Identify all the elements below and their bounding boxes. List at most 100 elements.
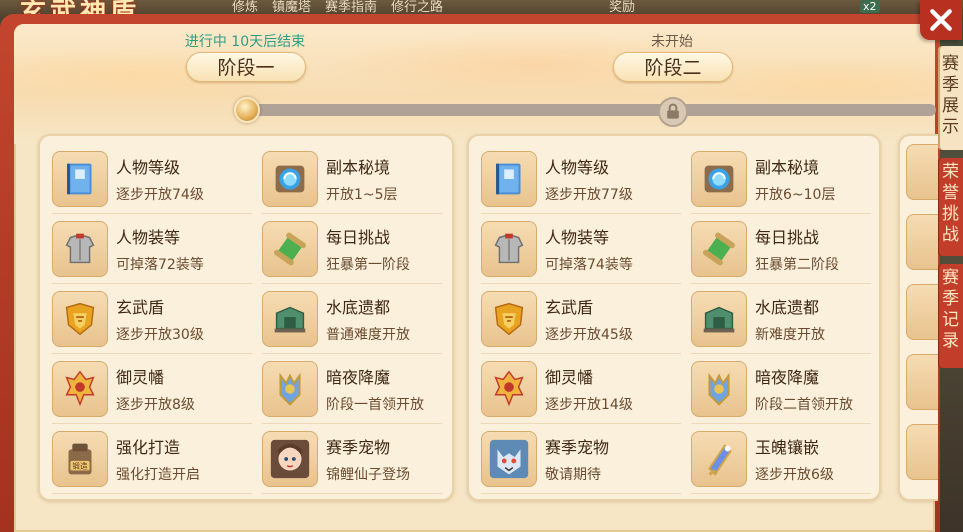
feature-name: 御灵幡 — [116, 368, 165, 387]
feature-desc: 强化打造开启 — [116, 467, 200, 483]
feature-item[interactable]: 水底遗都 普通难度开放 — [262, 284, 452, 354]
feature-icon-frame — [481, 361, 537, 417]
feature-desc: 逐步开放6级 — [755, 467, 834, 483]
feature-icon-frame — [691, 431, 747, 487]
skill-book-icon — [496, 163, 521, 195]
feature-desc: 逐步开放14级 — [545, 397, 633, 413]
ruins-icon — [274, 306, 306, 333]
feature-icon-frame — [481, 431, 537, 487]
feature-desc: 逐步开放30级 — [116, 327, 204, 343]
feature-icon-frame — [481, 151, 537, 207]
armor-icon — [65, 233, 95, 264]
feature-name: 御灵幡 — [545, 368, 594, 387]
feature-item[interactable]: 副本秘境开放6~10层 — [691, 144, 881, 214]
feature-item[interactable]: 每日挑战 狂暴第一阶段 — [262, 214, 452, 284]
gem-icon — [708, 444, 732, 476]
feature-icon-frame — [262, 431, 318, 487]
feature-desc: 阶段一首领开放 — [326, 397, 424, 413]
stage-one-status: 进行中 10天后结束 — [184, 34, 306, 50]
nav-item-guide[interactable]: 赛季指南 — [323, 0, 379, 15]
feature-desc: 逐步开放74级 — [116, 187, 204, 203]
feature-desc: 可掉落74装等 — [545, 257, 633, 273]
wolf-pet-icon — [489, 439, 529, 479]
lock-icon — [658, 97, 688, 127]
feature-item[interactable]: 人物等级 逐步开放77级 — [481, 144, 691, 214]
reward-link[interactable]: 奖励 — [609, 0, 635, 15]
feature-icon-frame — [691, 361, 747, 417]
feature-icon-frame — [262, 291, 318, 347]
multiplier-badge: x2 — [860, 0, 880, 13]
top-nav: 修炼 镇魔塔 赛季指南 修行之路 — [230, 0, 445, 15]
feature-item[interactable]: 暗夜降魔 阶段二首领开放 — [691, 354, 881, 424]
feature-icon-frame — [481, 221, 537, 277]
close-button[interactable] — [920, 0, 962, 40]
stage-three-panel-partial[interactable] — [898, 134, 938, 501]
item-icon — [906, 144, 938, 200]
portal-icon — [704, 165, 734, 193]
feature-item[interactable]: 御灵幡逐步开放14级 — [481, 354, 691, 424]
stage-timeline — [246, 104, 936, 116]
tab-season-showcase[interactable]: 赛季展示 — [938, 46, 963, 150]
feature-name: 暗夜降魔 — [755, 368, 820, 387]
feature-text: 人物装等 可掉落72装等 — [116, 224, 204, 274]
feature-desc: 新难度开放 — [755, 327, 825, 343]
feature-desc: 逐步开放77级 — [545, 187, 633, 203]
feature-text: 暗夜降魔 阶段二首领开放 — [755, 364, 853, 414]
feature-item[interactable]: 每日挑战 狂暴第二阶段 — [691, 214, 881, 284]
tab-season-record[interactable]: 赛季记录 — [938, 264, 963, 368]
feature-desc: 普通难度开放 — [326, 327, 410, 343]
feature-item[interactable]: 副本秘境开放1~5层 — [262, 144, 452, 214]
feature-item[interactable]: 御灵幡逐步开放8级 — [52, 354, 262, 424]
feature-item[interactable]: 人物装等 可掉落74装等 — [481, 214, 691, 284]
feature-text: 赛季宠物 敬请期待 — [545, 434, 609, 484]
feature-name: 人物等级 — [116, 158, 181, 177]
stage-one-title[interactable]: 阶段一 — [186, 52, 306, 82]
feature-name: 水底遗都 — [755, 298, 820, 317]
feature-name: 副本秘境 — [755, 158, 820, 177]
feature-item[interactable]: 暗夜降魔 阶段一首领开放 — [262, 354, 452, 424]
feature-name: 玄武盾 — [545, 298, 594, 317]
feature-text: 玄武盾 逐步开放45级 — [545, 294, 633, 344]
feature-item[interactable]: 锻造 强化打造 强化打造开启 — [52, 424, 262, 494]
portal-icon — [275, 165, 305, 193]
ruins-icon — [703, 306, 735, 333]
feature-name: 副本秘境 — [326, 158, 391, 177]
stage-one-panel: 人物等级逐步开放74级 副本秘境开放1~5层人物装等 可掉落72装等 每日挑战 狂暴第一… — [38, 134, 454, 501]
feature-text: 副本秘境开放1~5层 — [326, 154, 398, 204]
shield-icon — [494, 302, 524, 336]
feature-item[interactable]: 水底遗都 新难度开放 — [691, 284, 881, 354]
feature-icon-frame — [52, 291, 108, 347]
feature-item[interactable]: 玄武盾 逐步开放45级 — [481, 284, 691, 354]
scroll-icon — [274, 232, 306, 266]
feature-desc: 开放1~5层 — [326, 187, 398, 203]
demon-icon — [708, 372, 730, 406]
feature-item[interactable]: 人物等级逐步开放74级 — [52, 144, 262, 214]
banner-icon — [65, 370, 95, 407]
feature-desc: 开放6~10层 — [755, 187, 836, 203]
feature-item[interactable]: 赛季宠物 锦鲤仙子登场 — [262, 424, 452, 494]
feature-item[interactable]: 赛季宠物 敬请期待 — [481, 424, 691, 494]
stage-two-title[interactable]: 阶段二 — [613, 52, 733, 82]
feature-text: 玉魄镶嵌 逐步开放6级 — [755, 434, 834, 484]
armor-icon — [494, 233, 524, 264]
nav-item-path[interactable]: 修行之路 — [389, 0, 445, 15]
feature-text: 御灵幡逐步开放14级 — [545, 364, 633, 414]
tab-honor-challenge[interactable]: 荣誉挑战 — [938, 158, 963, 256]
feature-icon-frame — [262, 151, 318, 207]
feature-icon-frame — [52, 361, 108, 417]
feature-item[interactable]: 玉魄镶嵌 逐步开放6级 — [691, 424, 881, 494]
feature-item[interactable]: 人物装等 可掉落72装等 — [52, 214, 262, 284]
feature-name: 玄武盾 — [116, 298, 165, 317]
feature-text: 每日挑战 狂暴第一阶段 — [326, 224, 410, 274]
feature-desc: 逐步开放8级 — [116, 397, 195, 413]
feature-text: 水底遗都 普通难度开放 — [326, 294, 410, 344]
nav-item-tower[interactable]: 镇魔塔 — [270, 0, 313, 15]
feature-desc: 狂暴第二阶段 — [755, 257, 839, 273]
feature-text: 每日挑战 狂暴第二阶段 — [755, 224, 839, 274]
feature-item[interactable]: 玄武盾逐步开放30级 — [52, 284, 262, 354]
item-icon — [906, 424, 938, 480]
nav-item-cultivate[interactable]: 修炼 — [230, 0, 260, 15]
feature-text: 强化打造 强化打造开启 — [116, 434, 200, 484]
feature-icon-frame — [262, 221, 318, 277]
banner-icon — [494, 370, 524, 407]
